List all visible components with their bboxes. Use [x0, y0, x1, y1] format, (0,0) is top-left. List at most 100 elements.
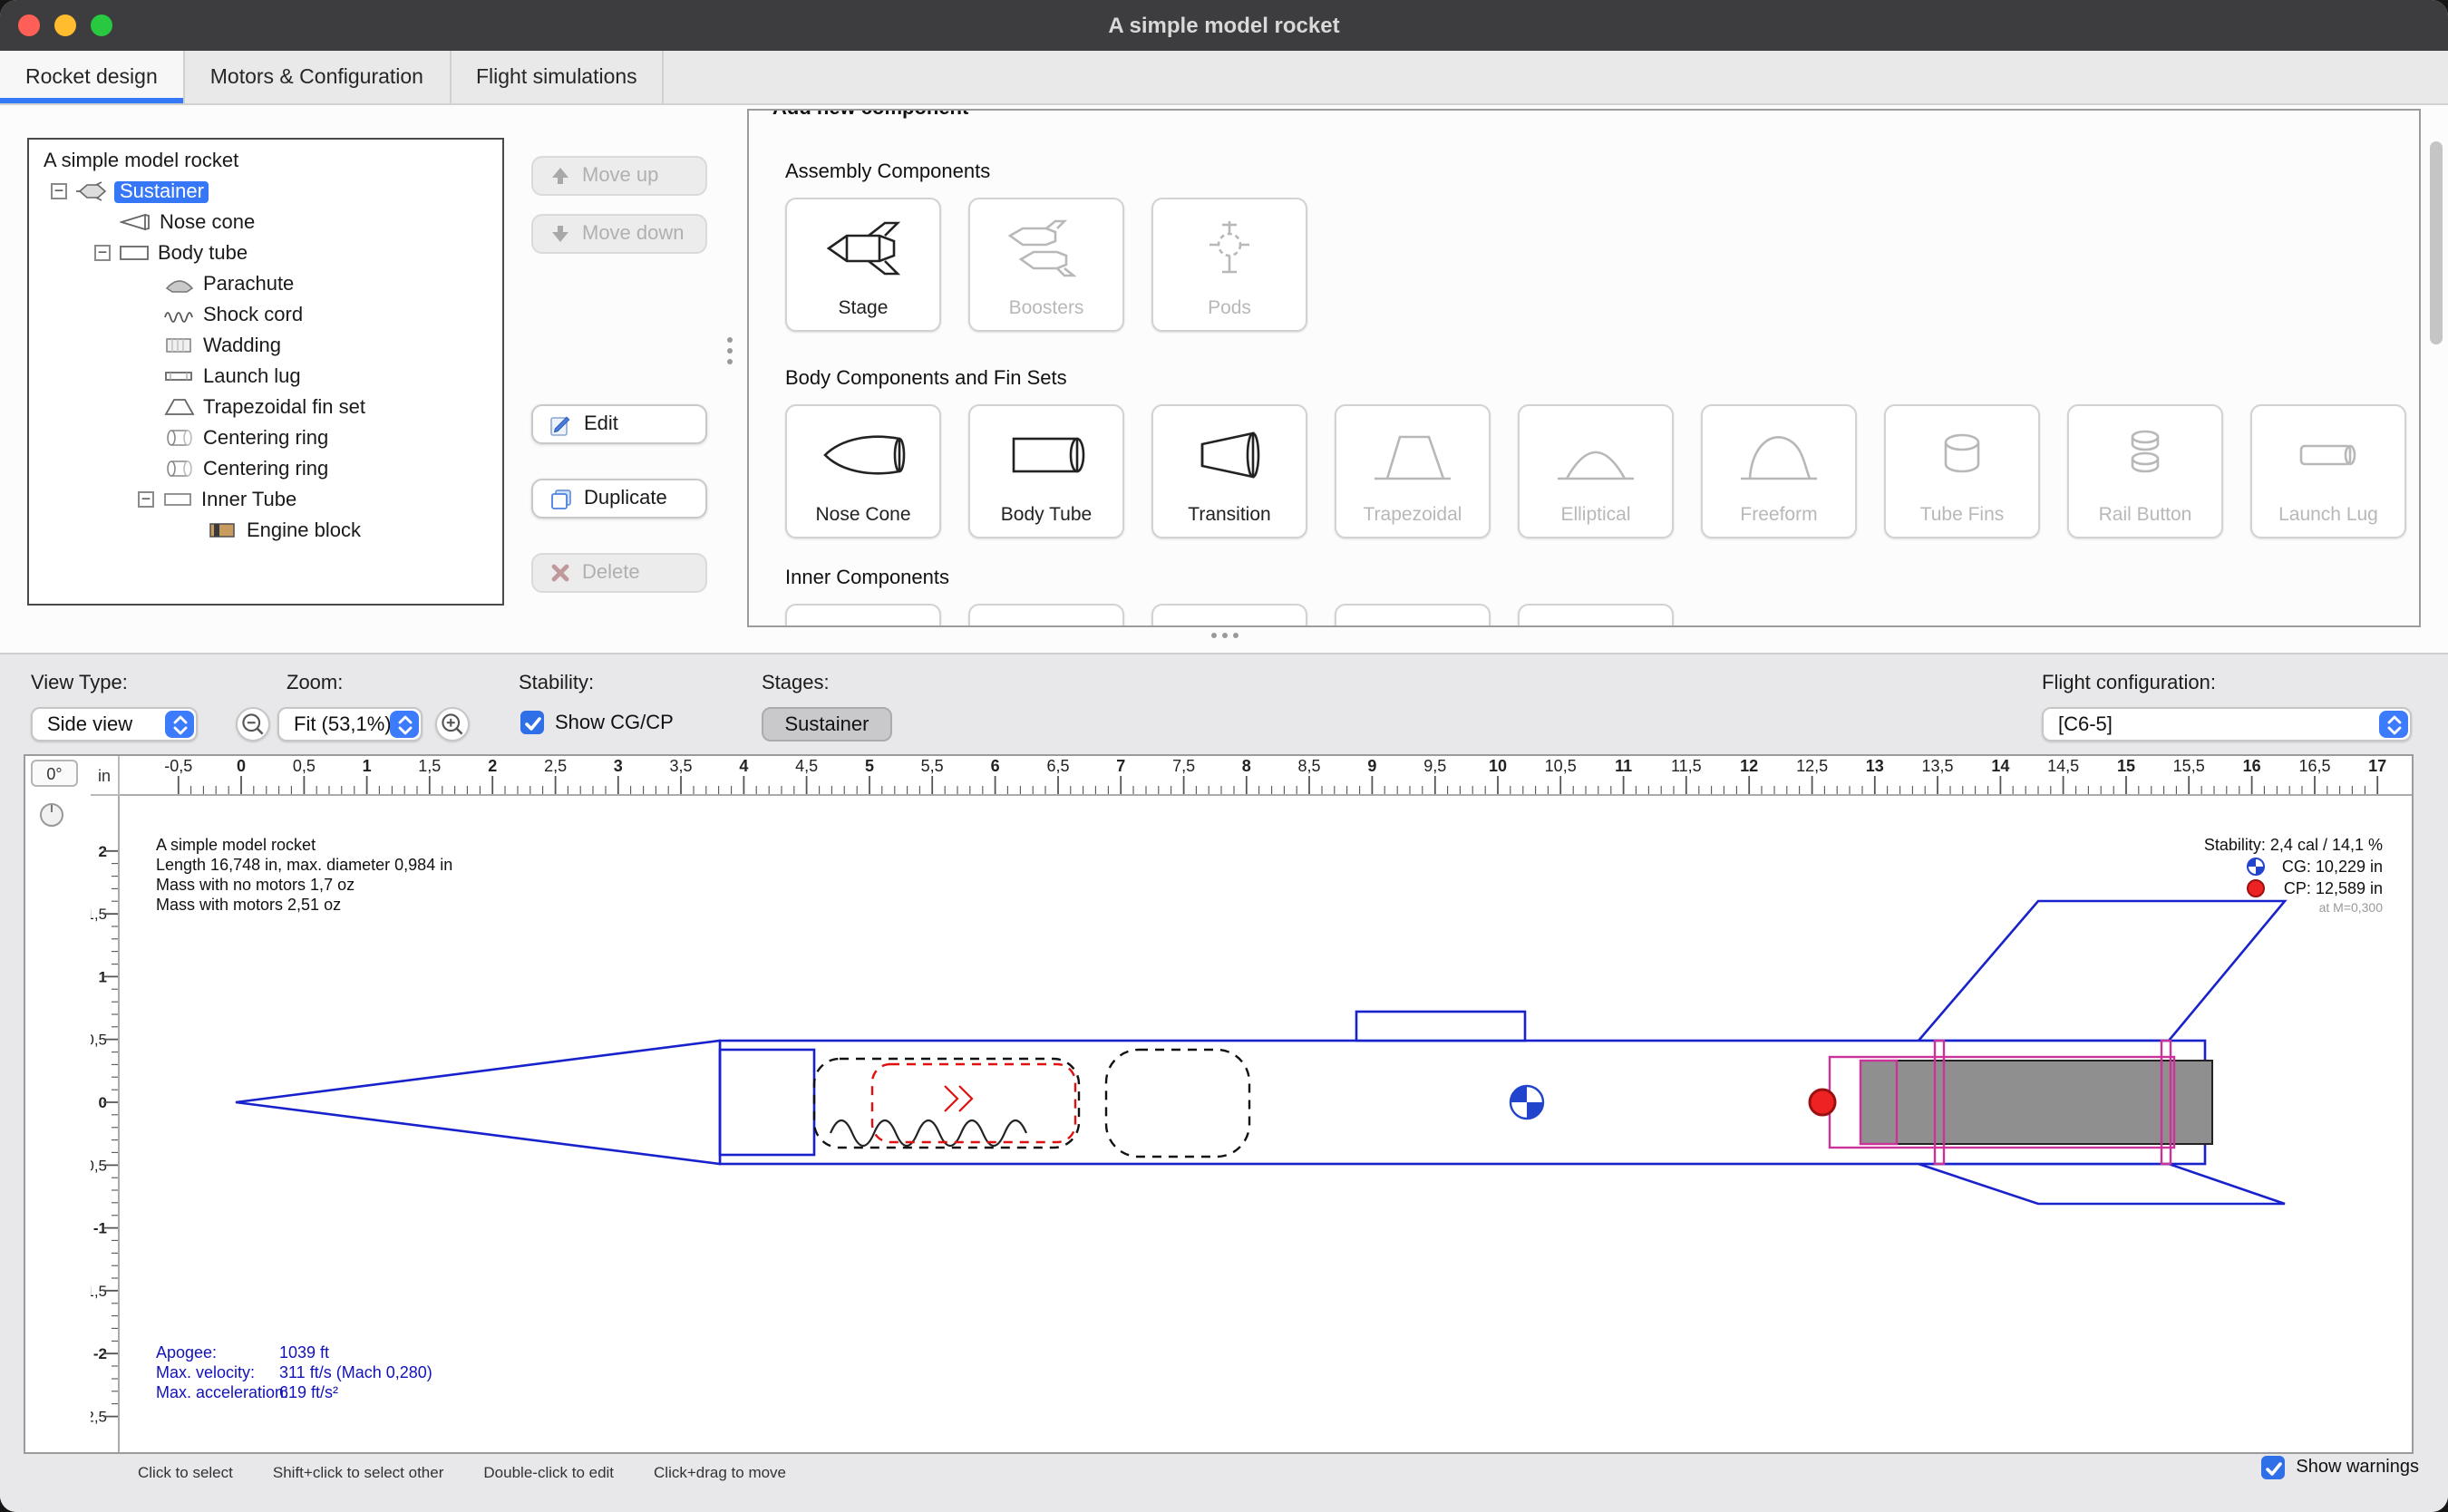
tree-item-shock-cord[interactable]: Shock cord [29, 299, 502, 330]
tree-item-label: Centering ring [203, 427, 328, 449]
checkbox-checked-icon[interactable] [520, 711, 544, 734]
component-button-bulkhead[interactable] [1335, 604, 1491, 627]
nose-cone-outline[interactable] [236, 1041, 720, 1164]
bodytube-icon [1003, 406, 1090, 504]
zoom-select[interactable]: Fit (53,1%) [277, 707, 423, 741]
component-button-nose-cone[interactable]: Nose Cone [785, 404, 941, 538]
tree-item-wadding[interactable]: Wadding [29, 330, 502, 361]
add-component-panel: Add new component Assembly ComponentsSta… [747, 109, 2421, 627]
rotation-value[interactable]: 0° [31, 760, 78, 787]
panel-collapse-handle[interactable] [1211, 633, 1239, 638]
launchlug-icon [163, 366, 196, 386]
mouse-hint: Click+drag to move [654, 1463, 786, 1481]
collapse-expander-icon[interactable]: − [94, 245, 111, 261]
tree-item-centering-ring[interactable]: Centering ring [29, 422, 502, 453]
centeringring-icon [163, 459, 196, 479]
component-button-launch-lug: Launch Lug [2250, 404, 2406, 538]
component-button-pods: Pods [1151, 198, 1307, 332]
tree-item-inner-tube[interactable]: −Inner Tube [29, 484, 502, 515]
tree-item-nose-cone[interactable]: Nose cone [29, 207, 502, 237]
tree-item-parachute[interactable]: Parachute [29, 268, 502, 299]
zoom-in-button[interactable] [435, 707, 470, 741]
component-button-coupler[interactable] [968, 604, 1124, 627]
show-cgcp-control[interactable]: Show CG/CP [520, 711, 674, 734]
engineblock-icon [207, 520, 239, 540]
cg-marker [1511, 1086, 1543, 1119]
tab-motors-configuration[interactable]: Motors & Configuration [185, 51, 451, 103]
show-warnings-control[interactable]: Show warnings [2261, 1456, 2419, 1479]
component-button-stage[interactable]: Stage [785, 198, 941, 332]
zoom-out-button[interactable] [236, 707, 270, 741]
component-button-transition[interactable]: Transition [1151, 404, 1307, 538]
minimize-window-icon[interactable] [54, 15, 76, 36]
show-warnings-label: Show warnings [2296, 1458, 2419, 1478]
svg-text:10: 10 [1489, 757, 1507, 775]
component-button-label: Pods [1208, 297, 1251, 330]
cp-legend-icon [2248, 880, 2264, 897]
component-button-innertube[interactable] [785, 604, 941, 627]
svg-text:7,5: 7,5 [1172, 757, 1195, 775]
tree-item-label: Body tube [158, 242, 248, 264]
section-row: Nose ConeBody TubeTransitionTrapezoidal E… [785, 404, 2419, 538]
fin-upper[interactable] [1919, 901, 2285, 1041]
stability-value: Stability: 2,4 cal / 14,1 % [2204, 836, 2383, 854]
magnifier-minus-icon [239, 711, 267, 738]
traffic-lights[interactable] [18, 15, 112, 36]
svg-text:14: 14 [1991, 757, 2009, 775]
tree-item-body-tube[interactable]: − Body tube [29, 237, 502, 268]
duplicate-button[interactable]: Duplicate [531, 479, 707, 519]
checkbox-checked-icon[interactable] [2261, 1456, 2285, 1479]
launch-lug-outline[interactable] [1356, 1012, 1525, 1041]
component-button-body-tube[interactable]: Body Tube [968, 404, 1124, 538]
action-button-label: Edit [584, 413, 618, 435]
component-button-rail-button: Rail Button [2067, 404, 2223, 538]
tree-item-sustainer[interactable]: −Sustainer [29, 176, 502, 207]
svg-text:13,5: 13,5 [1921, 757, 1953, 775]
window-title: A simple model rocket [1108, 13, 1339, 38]
collapse-expander-icon[interactable]: − [138, 491, 154, 508]
rocket-figure-panel[interactable]: 0° in -0,500,511,522,533,544,555,566,577… [24, 754, 2414, 1454]
svg-text:11: 11 [1615, 757, 1632, 775]
tree-item-label: Trapezoidal fin set [203, 396, 365, 418]
zoom-window-icon[interactable] [91, 15, 112, 36]
stability-label: Stability: [519, 673, 594, 694]
flight-config-select[interactable]: [C6-5] [2042, 707, 2412, 741]
fin-lower[interactable] [1919, 1164, 2285, 1204]
flight-config-label: Flight configuration: [2042, 673, 2216, 694]
tree-item-launch-lug[interactable]: Launch lug [29, 361, 502, 392]
component-button-label: Tube Fins [1920, 504, 2005, 537]
component-button-engineblock[interactable] [1518, 604, 1674, 627]
component-button-trapezoidal: Trapezoidal [1335, 404, 1491, 538]
collapse-expander-icon[interactable]: − [51, 183, 67, 199]
component-tree[interactable]: A simple model rocket−SustainerNose cone… [27, 138, 504, 606]
component-button-label: Freeform [1740, 504, 1817, 537]
component-button-freeform: Freeform [1701, 404, 1857, 538]
edit-button[interactable]: Edit [531, 404, 707, 444]
svg-text:8: 8 [1242, 757, 1251, 775]
tree-item-trapezoidal-fin-set[interactable]: Trapezoidal fin set [29, 392, 502, 422]
component-button-centeringring[interactable] [1151, 604, 1307, 627]
svg-text:2: 2 [488, 757, 497, 775]
action-button-label: Duplicate [584, 488, 667, 509]
component-button-label: Elliptical [1560, 504, 1630, 537]
rocket-diagram[interactable]: A simple model rocket Length 16,748 in, … [120, 796, 2412, 1452]
tab-flight-simulations[interactable]: Flight simulations [451, 51, 665, 103]
view-type-select[interactable]: Side view [31, 707, 198, 741]
magnifier-plus-icon [439, 711, 466, 738]
motor[interactable] [1860, 1061, 2212, 1144]
mouse-hints: Click to selectShift+click to select oth… [138, 1463, 786, 1481]
tree-item-engine-block[interactable]: Engine block [29, 515, 502, 546]
coupler-icon [1003, 606, 1090, 627]
stage-toggle-sustainer[interactable]: Sustainer [762, 707, 892, 741]
close-window-icon[interactable] [18, 15, 40, 36]
splitter-handle[interactable] [727, 337, 733, 364]
ruler-unit: in [91, 756, 120, 796]
rotation-dial[interactable] [40, 803, 63, 827]
svg-text:15: 15 [2117, 757, 2135, 775]
tree-item-centering-ring[interactable]: Centering ring [29, 453, 502, 484]
centeringring-icon [1186, 606, 1273, 627]
transition-icon [1186, 406, 1273, 504]
vertical-scrollbar[interactable] [2430, 141, 2443, 344]
engineblock-icon [1552, 606, 1639, 627]
tab-rocket-design[interactable]: Rocket design [0, 51, 185, 103]
